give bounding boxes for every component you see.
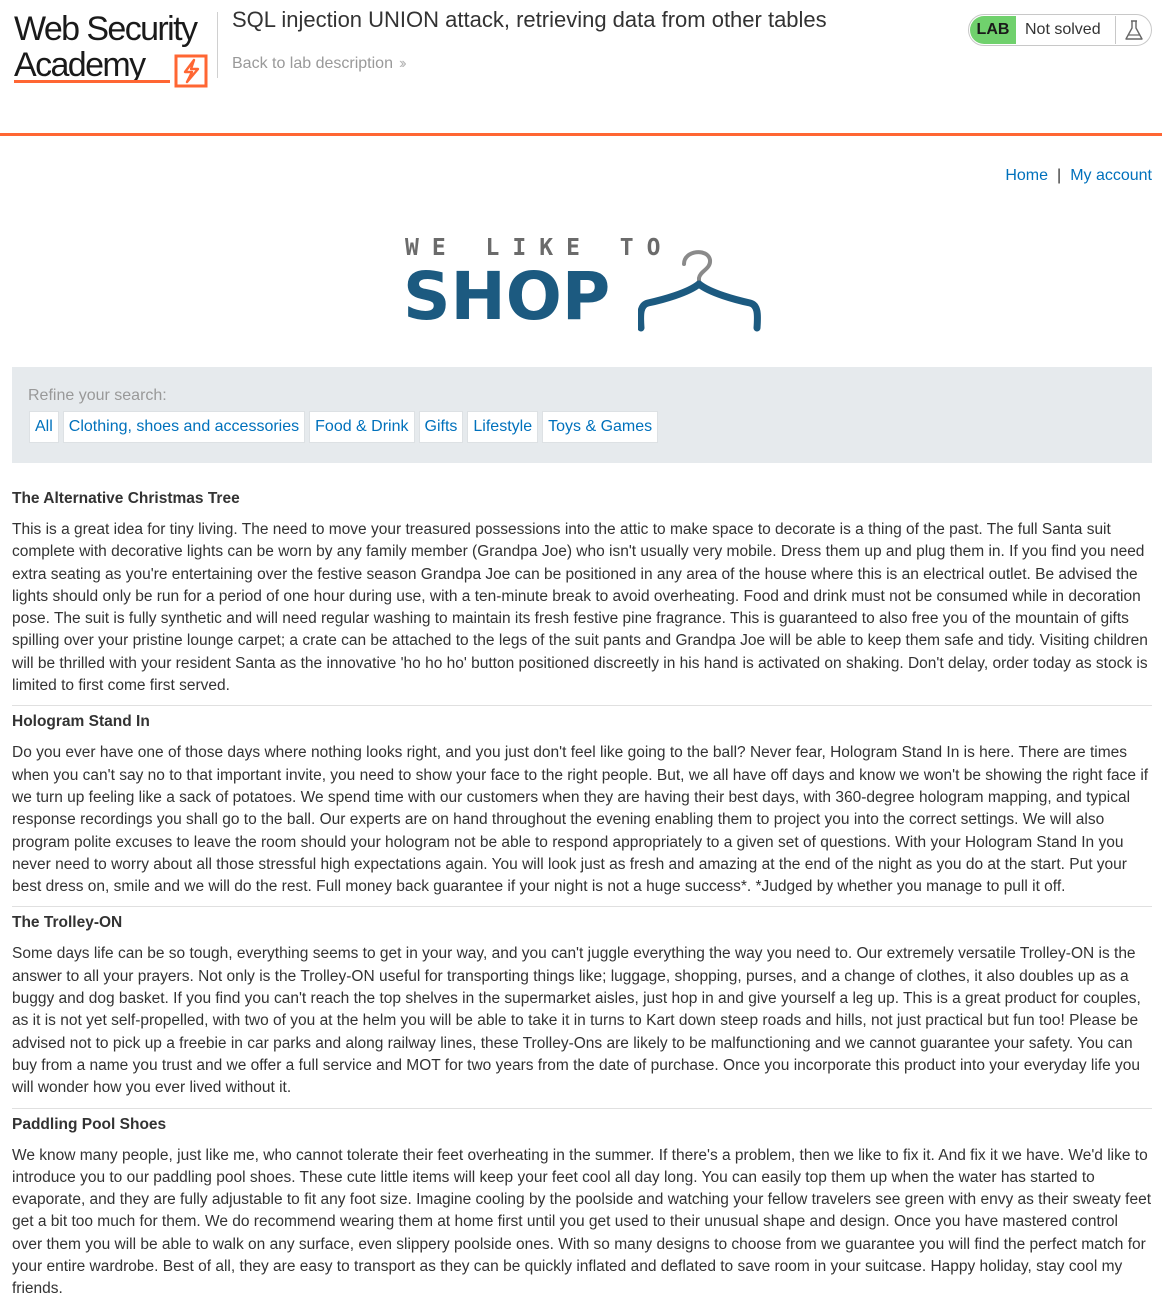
product-row: The Trolley-ON Some days life can be so … <box>12 913 1152 1109</box>
lab-status-widget: LAB Not solved <box>968 14 1152 46</box>
shop-logo-word: SHOP <box>403 258 611 335</box>
home-link[interactable]: Home <box>1005 167 1048 184</box>
product-name: Paddling Pool Shoes <box>12 1115 167 1133</box>
double-chevron-right-icon: ›› <box>398 55 406 72</box>
back-to-lab-description-link[interactable]: Back to lab description ›› <box>232 54 406 74</box>
product-name: The Alternative Christmas Tree <box>12 490 240 507</box>
we-like-to-shop-logo: WE LIKE TO SHOP <box>403 234 761 335</box>
product-description: This is a great idea for tiny living. Th… <box>12 521 1148 695</box>
logo-text-line1: Web Security <box>14 10 198 48</box>
product-description: Some days life can be so tough, everythi… <box>12 945 1141 1097</box>
refine-search-label: Refine your search: <box>28 387 167 404</box>
academy-header: Web Security Academy SQL injection UNION… <box>0 0 1162 136</box>
filter-all[interactable]: All <box>29 411 59 443</box>
logo-text-line2: Academy <box>14 46 146 84</box>
product-row: Paddling Pool Shoes We know many people,… <box>12 1115 1152 1309</box>
filter-clothing-shoes-accessories[interactable]: Clothing, shoes and accessories <box>62 411 306 443</box>
flask-icon <box>1125 20 1143 40</box>
category-filter-list: All Clothing, shoes and accessories Food… <box>29 411 659 443</box>
filter-lifestyle[interactable]: Lifestyle <box>467 411 539 443</box>
nav-separator: | <box>1057 167 1062 184</box>
back-link-label: Back to lab description <box>232 55 393 72</box>
web-security-academy-logo[interactable]: Web Security Academy <box>14 10 214 88</box>
product-description: Do you ever have one of those days where… <box>12 744 1149 896</box>
product-row: Hologram Stand In Do you ever have one o… <box>12 712 1152 908</box>
lab-status-icon-container <box>1115 16 1151 44</box>
hanger-icon <box>638 250 761 332</box>
lab-status-text: Not solved <box>1025 21 1101 38</box>
product-name: The Trolley-ON <box>12 914 123 932</box>
my-account-link[interactable]: My account <box>1070 167 1152 184</box>
product-table: The Alternative Christmas Tree This is a… <box>12 489 1152 1309</box>
filter-food-drink[interactable]: Food & Drink <box>309 411 415 443</box>
search-filter-panel: Refine your search: All Clothing, shoes … <box>12 367 1152 463</box>
lightning-bolt-icon <box>174 54 208 88</box>
lab-title: SQL injection UNION attack, retrieving d… <box>232 7 827 32</box>
top-navigation: Home | My account <box>1005 166 1152 186</box>
product-row: The Alternative Christmas Tree This is a… <box>12 489 1152 707</box>
product-description: We know many people, just like me, who c… <box>12 1146 1152 1298</box>
header-divider <box>217 12 218 78</box>
product-name: Hologram Stand In <box>12 713 150 731</box>
filter-gifts[interactable]: Gifts <box>418 411 464 443</box>
lab-badge: LAB <box>970 16 1016 44</box>
filter-toys-games[interactable]: Toys & Games <box>542 411 659 443</box>
logo-underline <box>14 80 170 83</box>
